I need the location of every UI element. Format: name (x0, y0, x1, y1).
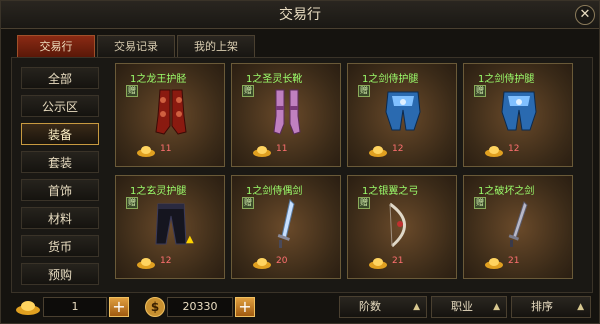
item-price: 20 (276, 256, 288, 266)
item-name: 1之圣灵长靴 (246, 74, 303, 85)
item-name: 1之玄灵护腿 (130, 186, 187, 197)
button-label: 阶数 (359, 300, 381, 313)
item-name: 1之剑侍护腿 (362, 74, 419, 85)
currency-plus-button[interactable]: + (235, 297, 255, 317)
pink-boots-icon (273, 89, 301, 135)
blue-leggings-icon (501, 91, 537, 131)
item-card[interactable]: 1之剑侍偶剑 赠 20 (231, 175, 341, 279)
item-price: 12 (392, 144, 404, 154)
sidebar-item-materials[interactable]: 材料 (21, 207, 99, 229)
item-card[interactable]: 1之龙王护胫 赠 11 (115, 63, 225, 167)
trade-window: 交易行 ✕ 交易行 交易记录 我的上架 全部 公示区 装备 套装 首饰 材料 货… (0, 0, 600, 324)
item-card[interactable]: 1之玄灵护腿 赠 ▲ 12 (115, 175, 225, 279)
tab-label: 交易行 (39, 40, 73, 53)
tab-label: 交易记录 (114, 40, 158, 53)
tab-trade[interactable]: 交易行 (17, 35, 95, 57)
item-card[interactable]: 1之剑侍护腿 赠 12 (347, 63, 457, 167)
sort-arrow-icon: ▲ (413, 302, 420, 312)
quantity-plus-button[interactable]: + (109, 297, 129, 317)
upgrade-arrow-icon: ▲ (186, 234, 194, 245)
bound-badge: 赠 (126, 85, 138, 97)
window-title: 交易行 (279, 7, 321, 23)
sidebar-item-label: 装备 (47, 128, 72, 142)
item-card[interactable]: 1之银翼之弓 赠 21 (347, 175, 457, 279)
gold-ingot-icon (485, 258, 503, 269)
sidebar-item-equipment[interactable]: 装备 (21, 123, 99, 145)
sidebar-item-label: 公示区 (41, 100, 78, 114)
tab-records[interactable]: 交易记录 (97, 35, 175, 57)
bound-badge: 赠 (474, 197, 486, 209)
item-card[interactable]: 1之剑侍护腿 赠 12 (463, 63, 573, 167)
red-leggings-icon (155, 89, 187, 135)
item-name: 1之龙王护胫 (130, 74, 187, 85)
sort-by-class-button[interactable]: 职业 ▲ (431, 296, 507, 318)
bound-badge: 赠 (242, 85, 254, 97)
item-name: 1之银翼之弓 (362, 186, 419, 197)
sidebar-item-label: 首饰 (47, 184, 72, 198)
item-card[interactable]: 1之破坏之剑 赠 21 (463, 175, 573, 279)
sidebar-item-public[interactable]: 公示区 (21, 95, 99, 117)
button-label: 排序 (531, 300, 553, 313)
bound-badge: 赠 (126, 197, 138, 209)
gold-ingot-icon (137, 146, 155, 157)
sidebar-item-label: 材料 (47, 212, 72, 226)
close-icon: ✕ (579, 7, 591, 22)
bound-badge: 赠 (242, 197, 254, 209)
gold-ingot-icon (16, 301, 40, 315)
sidebar-item-jewelry[interactable]: 首饰 (21, 179, 99, 201)
sword-icon (277, 199, 295, 248)
button-label: 职业 (451, 300, 473, 313)
bottom-bar: 1 + $ 20330 + 阶数 ▲ 职业 ▲ 排序 ▲ (1, 293, 599, 323)
tab-my-listings[interactable]: 我的上架 (177, 35, 255, 57)
item-price: 12 (508, 144, 520, 154)
gold-ingot-icon (369, 146, 387, 157)
sidebar-item-label: 货币 (47, 240, 72, 254)
category-sidebar: 全部 公示区 装备 套装 首饰 材料 货币 预购 (15, 63, 105, 287)
title-bar: 交易行 ✕ (1, 1, 599, 29)
bow-icon (389, 202, 406, 248)
gold-ingot-icon (485, 146, 503, 157)
item-name: 1之剑侍护腿 (478, 74, 535, 85)
item-price: 11 (160, 144, 172, 154)
sidebar-item-label: 预购 (47, 268, 72, 282)
gold-ingot-icon (253, 146, 271, 157)
sort-order-button[interactable]: 排序 ▲ (511, 296, 591, 318)
bound-badge: 赠 (358, 197, 370, 209)
sidebar-item-label: 套装 (47, 156, 72, 170)
item-price: 21 (392, 256, 404, 266)
item-name: 1之破坏之剑 (478, 186, 535, 197)
sidebar-item-currency[interactable]: 货币 (21, 235, 99, 257)
bound-badge: 赠 (474, 85, 486, 97)
gold-ingot-icon (369, 258, 387, 269)
item-price: 11 (276, 144, 288, 154)
gold-ingot-icon (137, 258, 155, 269)
sidebar-item-label: 全部 (47, 72, 72, 86)
gold-ingot-icon (253, 258, 271, 269)
blue-leggings-icon (385, 91, 421, 131)
quantity-field[interactable]: 1 (43, 297, 107, 317)
close-button[interactable]: ✕ (575, 5, 595, 25)
item-price: 21 (508, 256, 520, 266)
sidebar-item-all[interactable]: 全部 (21, 67, 99, 89)
sort-by-level-button[interactable]: 阶数 ▲ (339, 296, 427, 318)
sidebar-item-sets[interactable]: 套装 (21, 151, 99, 173)
item-name: 1之剑侍偶剑 (246, 186, 303, 197)
currency-icon: $ (145, 297, 165, 317)
sort-arrow-icon: ▲ (577, 302, 584, 312)
tab-label: 我的上架 (194, 40, 238, 53)
dagger-icon (508, 201, 528, 247)
currency-field[interactable]: 20330 (167, 297, 233, 317)
sort-arrow-icon: ▲ (493, 302, 500, 312)
item-card[interactable]: 1之圣灵长靴 赠 11 (231, 63, 341, 167)
item-price: 12 (160, 256, 172, 266)
sidebar-item-preorder[interactable]: 预购 (21, 263, 99, 285)
bound-badge: 赠 (358, 85, 370, 97)
